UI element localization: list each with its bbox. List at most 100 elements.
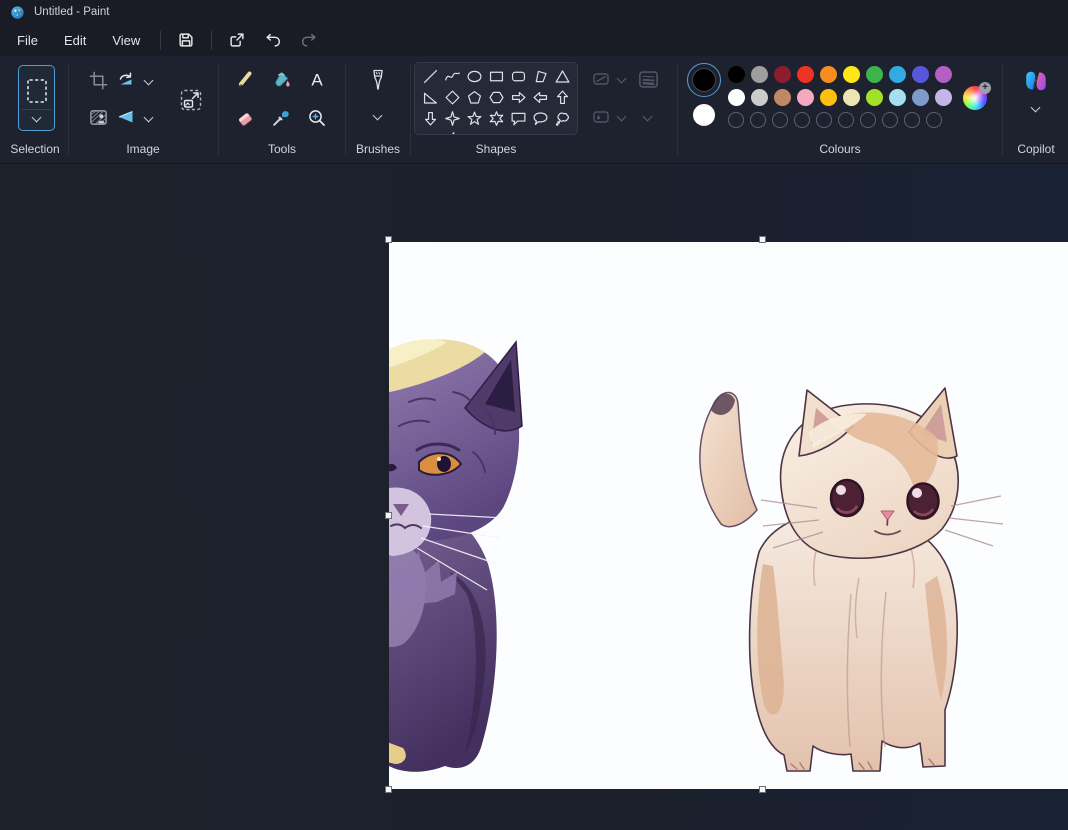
colour-swatch[interactable]	[728, 89, 745, 106]
shape-star-four[interactable]	[441, 108, 463, 129]
menu-view[interactable]: View	[99, 28, 153, 53]
button-divider	[22, 109, 51, 110]
chevron-down-icon[interactable]	[32, 112, 42, 122]
drawing-canvas[interactable]	[389, 242, 1068, 789]
shape-oval[interactable]	[463, 66, 485, 87]
shape-right-triangle[interactable]	[419, 87, 441, 108]
redo-icon	[300, 31, 318, 49]
canvas-handle-top-middle[interactable]	[759, 236, 766, 243]
colour-palette	[728, 66, 952, 134]
chevron-down-icon	[617, 74, 627, 84]
undo-button[interactable]	[258, 27, 288, 53]
colour-swatch[interactable]	[774, 66, 791, 83]
colour-swatch-empty[interactable]	[772, 112, 788, 128]
chevron-down-icon[interactable]	[144, 76, 154, 86]
colour-swatch-empty[interactable]	[860, 112, 876, 128]
chevron-down-icon[interactable]	[373, 111, 383, 121]
section-label: Tools	[220, 142, 344, 156]
colour-swatch[interactable]	[912, 89, 929, 106]
shape-star-six[interactable]	[485, 108, 507, 129]
crop-button	[85, 67, 111, 93]
share-button[interactable]	[222, 27, 252, 53]
colour-swatch-empty[interactable]	[794, 112, 810, 128]
colour1-swatch[interactable]	[687, 63, 721, 97]
selection-tool-button[interactable]	[18, 65, 55, 131]
flip-button[interactable]	[113, 104, 139, 130]
colour-swatch[interactable]	[751, 66, 768, 83]
colour-swatch[interactable]	[843, 66, 860, 83]
shape-arrow-down[interactable]	[419, 108, 441, 129]
edit-colours-button[interactable]: +	[963, 86, 987, 110]
colour-swatch-empty[interactable]	[750, 112, 766, 128]
colour-swatch[interactable]	[866, 66, 883, 83]
resize-image-button[interactable]	[175, 84, 207, 116]
shape-polygon[interactable]	[529, 66, 551, 87]
paint-logo-icon	[10, 5, 25, 20]
colour-swatch[interactable]	[797, 66, 814, 83]
canvas-handle-left-middle[interactable]	[385, 512, 392, 519]
section-label: Selection	[4, 142, 66, 156]
shape-curve[interactable]	[441, 66, 463, 87]
colour-swatch[interactable]	[820, 66, 837, 83]
colour-swatch[interactable]	[889, 66, 906, 83]
rotate-button[interactable]	[113, 67, 139, 93]
shape-hexagon[interactable]	[485, 87, 507, 108]
colour-swatch-empty[interactable]	[838, 112, 854, 128]
shape-rounded-rectangle[interactable]	[507, 66, 529, 87]
colour-swatch[interactable]	[912, 66, 929, 83]
canvas-handle-top-left[interactable]	[385, 236, 392, 243]
shape-diamond[interactable]	[441, 87, 463, 108]
colour-swatch[interactable]	[843, 89, 860, 106]
shape-callout-cloud[interactable]	[551, 108, 573, 129]
colour-swatch[interactable]	[751, 89, 768, 106]
shape-heart[interactable]	[419, 129, 441, 135]
colour-swatch[interactable]	[820, 89, 837, 106]
save-button[interactable]	[171, 27, 201, 53]
colour-swatch-empty[interactable]	[882, 112, 898, 128]
menu-file[interactable]: File	[4, 28, 51, 53]
shape-line[interactable]	[419, 66, 441, 87]
copilot-button[interactable]	[1019, 64, 1053, 98]
colour-swatch[interactable]	[728, 66, 745, 83]
remove-background-button[interactable]	[85, 104, 111, 130]
colour-swatch[interactable]	[797, 89, 814, 106]
colour-swatch-empty[interactable]	[728, 112, 744, 128]
shape-pentagon[interactable]	[463, 87, 485, 108]
colour-swatch[interactable]	[935, 89, 952, 106]
pencil-button[interactable]	[231, 66, 258, 93]
canvas-handle-bottom-left[interactable]	[385, 786, 392, 793]
shape-arrow-right[interactable]	[507, 87, 529, 108]
shape-callout-rectangle[interactable]	[507, 108, 529, 129]
text-tool-button[interactable]: A	[303, 66, 330, 93]
colour-swatch-empty[interactable]	[904, 112, 920, 128]
canvas-handle-bottom-middle[interactable]	[759, 786, 766, 793]
color-picker-button[interactable]	[267, 104, 294, 131]
shape-arrow-left[interactable]	[529, 87, 551, 108]
shape-triangle[interactable]	[551, 66, 573, 87]
colour2-swatch[interactable]	[693, 104, 715, 126]
brushes-button[interactable]	[363, 64, 393, 96]
colour-swatch-empty[interactable]	[926, 112, 942, 128]
colour-swatch[interactable]	[774, 89, 791, 106]
eraser-button[interactable]	[231, 104, 258, 131]
colour-swatch[interactable]	[935, 66, 952, 83]
rotate-icon	[116, 70, 136, 90]
pencil-icon	[235, 70, 255, 90]
section-copilot: Copilot	[1004, 56, 1068, 163]
section-label: Shapes	[414, 142, 578, 156]
magnifier-button[interactable]	[303, 104, 330, 131]
fill-button[interactable]	[267, 66, 294, 93]
chevron-down-icon[interactable]	[1031, 103, 1041, 113]
colour-swatch[interactable]	[889, 89, 906, 106]
colour-swatch[interactable]	[866, 89, 883, 106]
shape-arrow-up[interactable]	[551, 87, 573, 108]
shape-lightning[interactable]	[441, 129, 463, 135]
shapes-grid	[419, 66, 573, 135]
shape-callout-oval[interactable]	[529, 108, 551, 129]
menu-edit[interactable]: Edit	[51, 28, 99, 53]
chevron-down-icon[interactable]	[144, 113, 154, 123]
colour-swatch-empty[interactable]	[816, 112, 832, 128]
shape-rectangle[interactable]	[485, 66, 507, 87]
shape-star-five[interactable]	[463, 108, 485, 129]
section-label: Image	[70, 142, 216, 156]
